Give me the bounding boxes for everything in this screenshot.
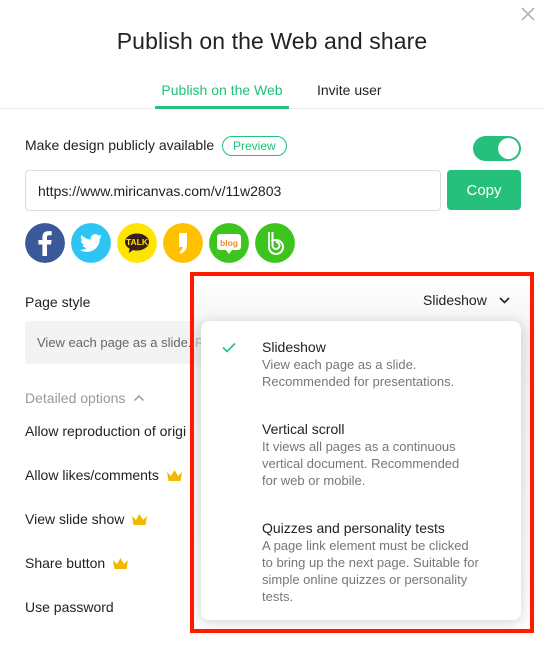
share-icons: TALK blog bbox=[25, 223, 295, 263]
dialog-title: Publish on the Web and share bbox=[116, 28, 428, 54]
option-desc-line: to bring up the next page. Suitable for bbox=[262, 555, 479, 570]
option-desc-line: simple online quizzes or personality bbox=[262, 572, 468, 587]
option-use-password: Use password bbox=[25, 599, 114, 615]
option-desc-line: tests. bbox=[262, 589, 294, 604]
band-icon bbox=[255, 223, 295, 263]
detailed-options-toggle[interactable]: Detailed options bbox=[25, 390, 145, 406]
page-style-dropdown: Slideshow View each page as a slide. Rec… bbox=[201, 321, 521, 620]
dropdown-option-slideshow[interactable]: Slideshow View each page as a slide. Rec… bbox=[201, 339, 521, 390]
option-allow-likes-comments: Allow likes/comments bbox=[25, 467, 183, 483]
tab-publish-on-web[interactable]: Publish on the Web bbox=[155, 82, 289, 109]
twitter-icon bbox=[71, 223, 111, 263]
tab-invite-user[interactable]: Invite user bbox=[317, 82, 382, 109]
option-share-button: Share button bbox=[25, 555, 129, 571]
premium-crown-icon bbox=[132, 513, 148, 525]
option-title: Vertical scroll bbox=[262, 421, 345, 437]
page-style-label: Page style bbox=[25, 294, 91, 310]
naver-blog-icon: blog bbox=[209, 223, 249, 263]
dropdown-option-vertical-scroll[interactable]: Vertical scroll It views all pages as a … bbox=[201, 421, 521, 489]
public-availability-label: Make design publicly available bbox=[25, 137, 215, 153]
share-url-field[interactable] bbox=[25, 170, 441, 211]
chevron-down-icon bbox=[499, 296, 510, 304]
preview-button[interactable]: Preview bbox=[222, 136, 287, 156]
option-desc-line: for web or mobile. bbox=[262, 473, 366, 488]
option-label: Use password bbox=[25, 599, 114, 615]
premium-crown-icon bbox=[113, 557, 129, 569]
option-label: Allow likes/comments bbox=[25, 467, 159, 483]
option-allow-reproduction: Allow reproduction of origi bbox=[25, 423, 186, 439]
option-desc-line: vertical document. Recommended bbox=[262, 456, 460, 471]
share-kakaotalk-button[interactable]: TALK bbox=[117, 223, 157, 263]
option-desc-line: It views all pages as a continuous bbox=[262, 439, 456, 454]
option-label: Allow reproduction of origi bbox=[25, 423, 187, 439]
toggle-knob bbox=[498, 138, 519, 159]
check-icon bbox=[222, 342, 236, 353]
option-desc-line: A page link element must be clicked bbox=[262, 538, 469, 553]
public-toggle[interactable] bbox=[473, 136, 521, 161]
option-title: Quizzes and personality tests bbox=[262, 520, 445, 536]
page-style-select[interactable]: Slideshow bbox=[423, 292, 510, 308]
option-desc-line: Recommended for presentations. bbox=[262, 374, 455, 389]
close-icon bbox=[521, 7, 535, 21]
share-naver-blog-button[interactable]: blog bbox=[209, 223, 249, 263]
option-title: Slideshow bbox=[262, 339, 326, 355]
share-kakaostory-button[interactable] bbox=[163, 223, 203, 263]
option-label: View slide show bbox=[25, 511, 125, 527]
option-label: Share button bbox=[25, 555, 106, 571]
svg-text:blog: blog bbox=[220, 238, 238, 248]
tab-bar: Publish on the Web Invite user bbox=[0, 74, 544, 109]
chevron-up-icon bbox=[134, 394, 145, 402]
facebook-icon bbox=[25, 223, 65, 263]
copy-button[interactable]: Copy bbox=[447, 170, 521, 210]
dropdown-option-quizzes[interactable]: Quizzes and personality tests A page lin… bbox=[201, 520, 521, 605]
option-view-slide-show: View slide show bbox=[25, 511, 148, 527]
share-facebook-button[interactable] bbox=[25, 223, 65, 263]
share-twitter-button[interactable] bbox=[71, 223, 111, 263]
premium-crown-icon bbox=[166, 469, 182, 481]
svg-text:TALK: TALK bbox=[126, 237, 149, 247]
detailed-options-label: Detailed options bbox=[25, 390, 126, 406]
close-button[interactable] bbox=[518, 4, 538, 24]
kakaostory-icon bbox=[163, 223, 203, 263]
page-style-selected-value: Slideshow bbox=[423, 292, 487, 308]
option-desc-line: View each page as a slide. bbox=[262, 357, 417, 372]
share-band-button[interactable] bbox=[255, 223, 295, 263]
kakaotalk-icon: TALK bbox=[117, 223, 157, 263]
